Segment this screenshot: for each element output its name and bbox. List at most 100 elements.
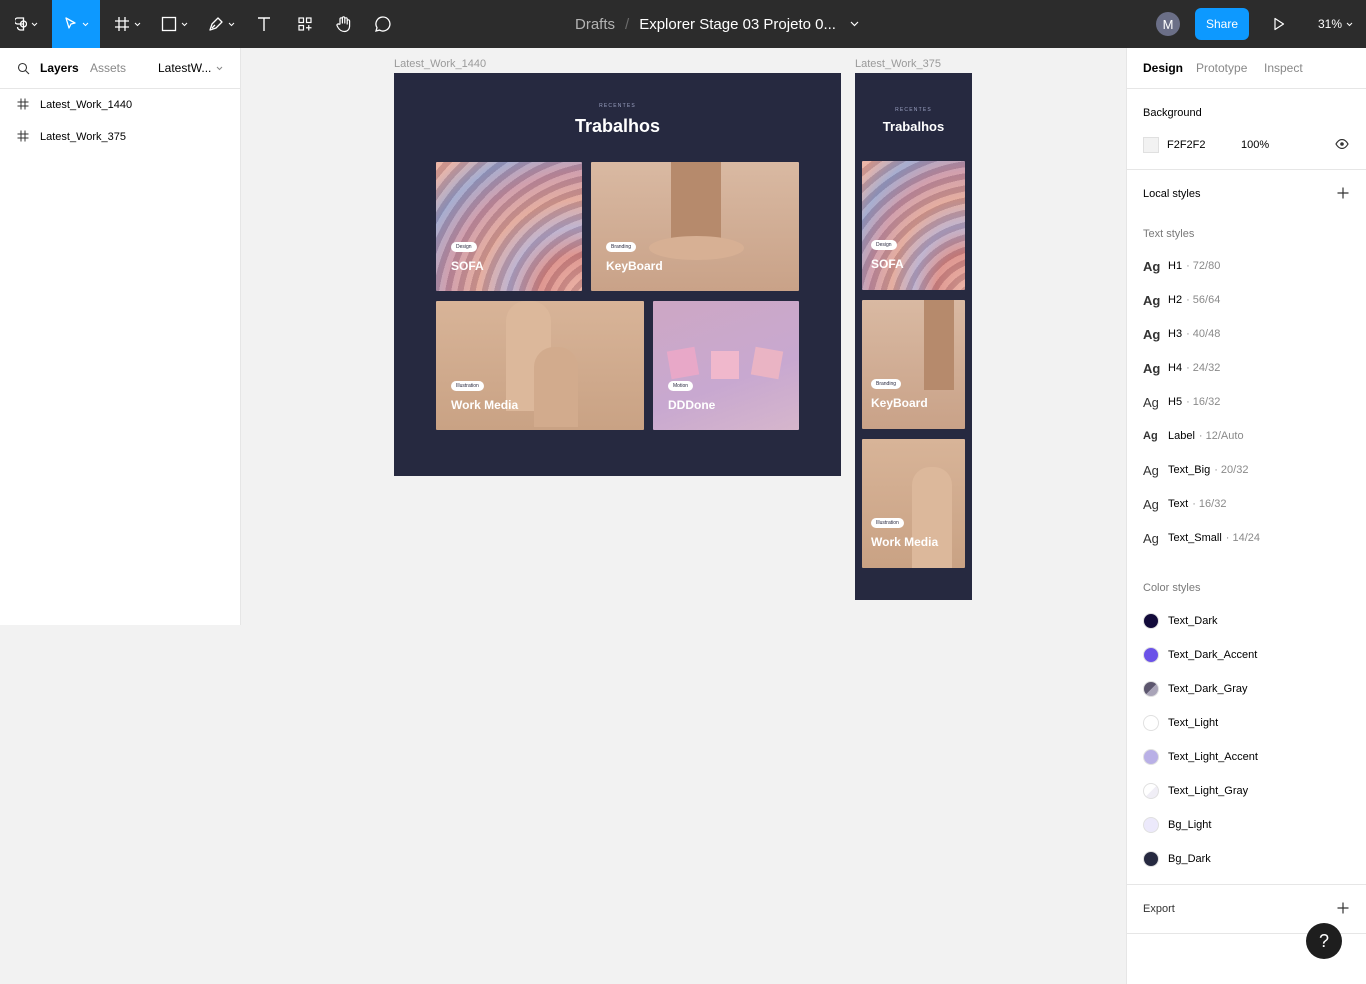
color-style-item[interactable]: Bg_Light — [1143, 815, 1211, 835]
cursor-icon — [64, 17, 76, 29]
color-style-item[interactable]: Text_Dark_Accent — [1143, 645, 1257, 665]
properties-panel: Design Prototype Inspect Background F2F2… — [1126, 48, 1366, 984]
text-style-item[interactable]: Ag H2 · 56/64 — [1143, 290, 1220, 310]
chevron-down-icon — [181, 22, 187, 26]
background-opacity-input[interactable]: 100% — [1241, 139, 1269, 151]
text-style-item[interactable]: Ag Text_Big · 20/32 — [1143, 460, 1248, 480]
color-style-name: Bg_Dark — [1168, 853, 1211, 865]
color-style-item[interactable]: Text_Dark_Gray — [1143, 679, 1247, 699]
color-style-item[interactable]: Text_Light — [1143, 713, 1218, 733]
divider — [1127, 169, 1366, 170]
text-style-item[interactable]: Ag Text_Small · 14/24 — [1143, 528, 1260, 548]
project-card[interactable]: Design SOFA — [436, 162, 582, 291]
layer-row[interactable]: Latest_Work_1440 — [0, 89, 240, 121]
tab-assets[interactable]: Assets — [90, 61, 126, 75]
text-style-item[interactable]: Ag H3 · 40/48 — [1143, 324, 1220, 344]
card-image — [666, 346, 700, 380]
eye-icon[interactable] — [1335, 139, 1349, 149]
top-toolbar: Drafts / Explorer Stage 03 Projeto 0... … — [0, 0, 1366, 48]
color-style-item[interactable]: Bg_Dark — [1143, 849, 1211, 869]
tab-prototype[interactable]: Prototype — [1196, 61, 1247, 75]
background-swatch[interactable] — [1143, 137, 1159, 153]
help-button[interactable]: ? — [1306, 923, 1342, 959]
move-tool-button[interactable] — [52, 0, 100, 48]
card-title: SOFA — [451, 259, 484, 273]
play-icon — [1274, 17, 1285, 31]
breadcrumb-drafts[interactable]: Drafts — [575, 16, 615, 33]
plus-icon[interactable] — [1337, 187, 1349, 199]
project-card[interactable]: Illustration Work Media — [862, 439, 965, 568]
frame-label-mobile[interactable]: Latest_Work_375 — [855, 58, 941, 70]
color-swatch — [1143, 647, 1159, 663]
hand-tool-button[interactable] — [328, 0, 360, 48]
text-style-item[interactable]: Ag H4 · 24/32 — [1143, 358, 1220, 378]
text-style-name: H2 — [1168, 294, 1183, 306]
color-swatch — [1143, 715, 1159, 731]
chevron-down-icon — [1346, 22, 1353, 26]
color-style-item[interactable]: Text_Light_Gray — [1143, 781, 1248, 801]
avatar[interactable]: M — [1156, 12, 1180, 36]
text-style-desc: · 14/24 — [1225, 532, 1261, 544]
share-button[interactable]: Share — [1195, 8, 1249, 40]
text-style-name: H4 — [1168, 362, 1183, 374]
project-card[interactable]: Design SOFA — [862, 161, 965, 290]
color-style-item[interactable]: Text_Dark — [1143, 611, 1218, 631]
frame-mobile[interactable]: RECENTES Trabalhos Design SOFA Branding … — [855, 73, 972, 600]
background-section-title: Background — [1143, 107, 1202, 119]
frame-icon — [17, 130, 29, 142]
card-tag: Illustration — [871, 518, 904, 528]
present-button[interactable] — [1265, 0, 1293, 48]
shape-tool-button[interactable] — [152, 0, 196, 48]
tab-inspect[interactable]: Inspect — [1264, 61, 1303, 75]
project-card[interactable]: Branding KeyBoard — [591, 162, 799, 291]
frame-tool-button[interactable] — [105, 0, 149, 48]
text-style-name: H3 — [1168, 328, 1183, 340]
card-title: DDDone — [668, 398, 716, 412]
color-style-name: Text_Light — [1168, 717, 1219, 729]
frame-desktop[interactable]: RECENTES Trabalhos Design SOFA Branding … — [394, 73, 841, 476]
comment-tool-button[interactable] — [367, 0, 399, 48]
main-menu-button[interactable] — [0, 0, 52, 48]
text-style-item[interactable]: Ag Text · 16/32 — [1143, 494, 1226, 514]
project-card[interactable]: Branding KeyBoard — [862, 300, 965, 429]
text-style-item[interactable]: Ag Label · 12/Auto — [1143, 426, 1244, 446]
comment-icon — [375, 16, 391, 32]
left-panel-tabs: Layers Assets LatestW... — [0, 48, 240, 89]
project-card[interactable]: Illustration Work Media — [436, 301, 644, 430]
tab-layers[interactable]: Layers — [40, 61, 79, 75]
text-style-name: Text_Small — [1168, 532, 1222, 544]
plus-icon[interactable] — [1337, 902, 1349, 914]
text-style-desc: · 72/80 — [1186, 260, 1221, 272]
components-icon — [298, 17, 312, 31]
search-icon[interactable] — [17, 62, 30, 75]
text-style-item[interactable]: Ag H5 · 16/32 — [1143, 392, 1220, 412]
pen-tool-button[interactable] — [199, 0, 243, 48]
chevron-down-icon — [134, 22, 140, 26]
color-style-name: Bg_Light — [1168, 819, 1212, 831]
card-tag: Illustration — [451, 381, 484, 391]
card-tag: Design — [451, 242, 477, 252]
background-hex-input[interactable]: F2F2F2 — [1167, 139, 1206, 151]
chevron-down-icon[interactable] — [216, 66, 223, 71]
resources-tool-button[interactable] — [289, 0, 321, 48]
card-title: SOFA — [871, 257, 904, 271]
text-style-desc: · 40/48 — [1186, 328, 1221, 340]
zoom-dropdown[interactable]: 31% — [1318, 0, 1353, 48]
project-card[interactable]: Motion DDDone — [653, 301, 799, 430]
text-style-icon: Ag — [1143, 360, 1161, 376]
text-tool-button[interactable] — [248, 0, 280, 48]
section-overline: RECENTES — [599, 103, 636, 109]
frame-label-desktop[interactable]: Latest_Work_1440 — [394, 58, 486, 70]
layer-row[interactable]: Latest_Work_375 — [0, 121, 240, 153]
pen-icon — [208, 17, 223, 31]
page-selector[interactable]: LatestW... — [158, 61, 211, 75]
file-name[interactable]: Explorer Stage 03 Projeto 0... — [639, 16, 836, 33]
text-style-item[interactable]: Ag H1 · 72/80 — [1143, 256, 1220, 276]
tab-design[interactable]: Design — [1143, 61, 1183, 75]
chevron-down-icon[interactable] — [850, 21, 859, 27]
color-swatch — [1143, 817, 1159, 833]
frame-icon — [114, 17, 129, 31]
card-tag: Branding — [871, 379, 902, 389]
section-title: Trabalhos — [574, 116, 661, 136]
color-style-item[interactable]: Text_Light_Accent — [1143, 747, 1258, 767]
